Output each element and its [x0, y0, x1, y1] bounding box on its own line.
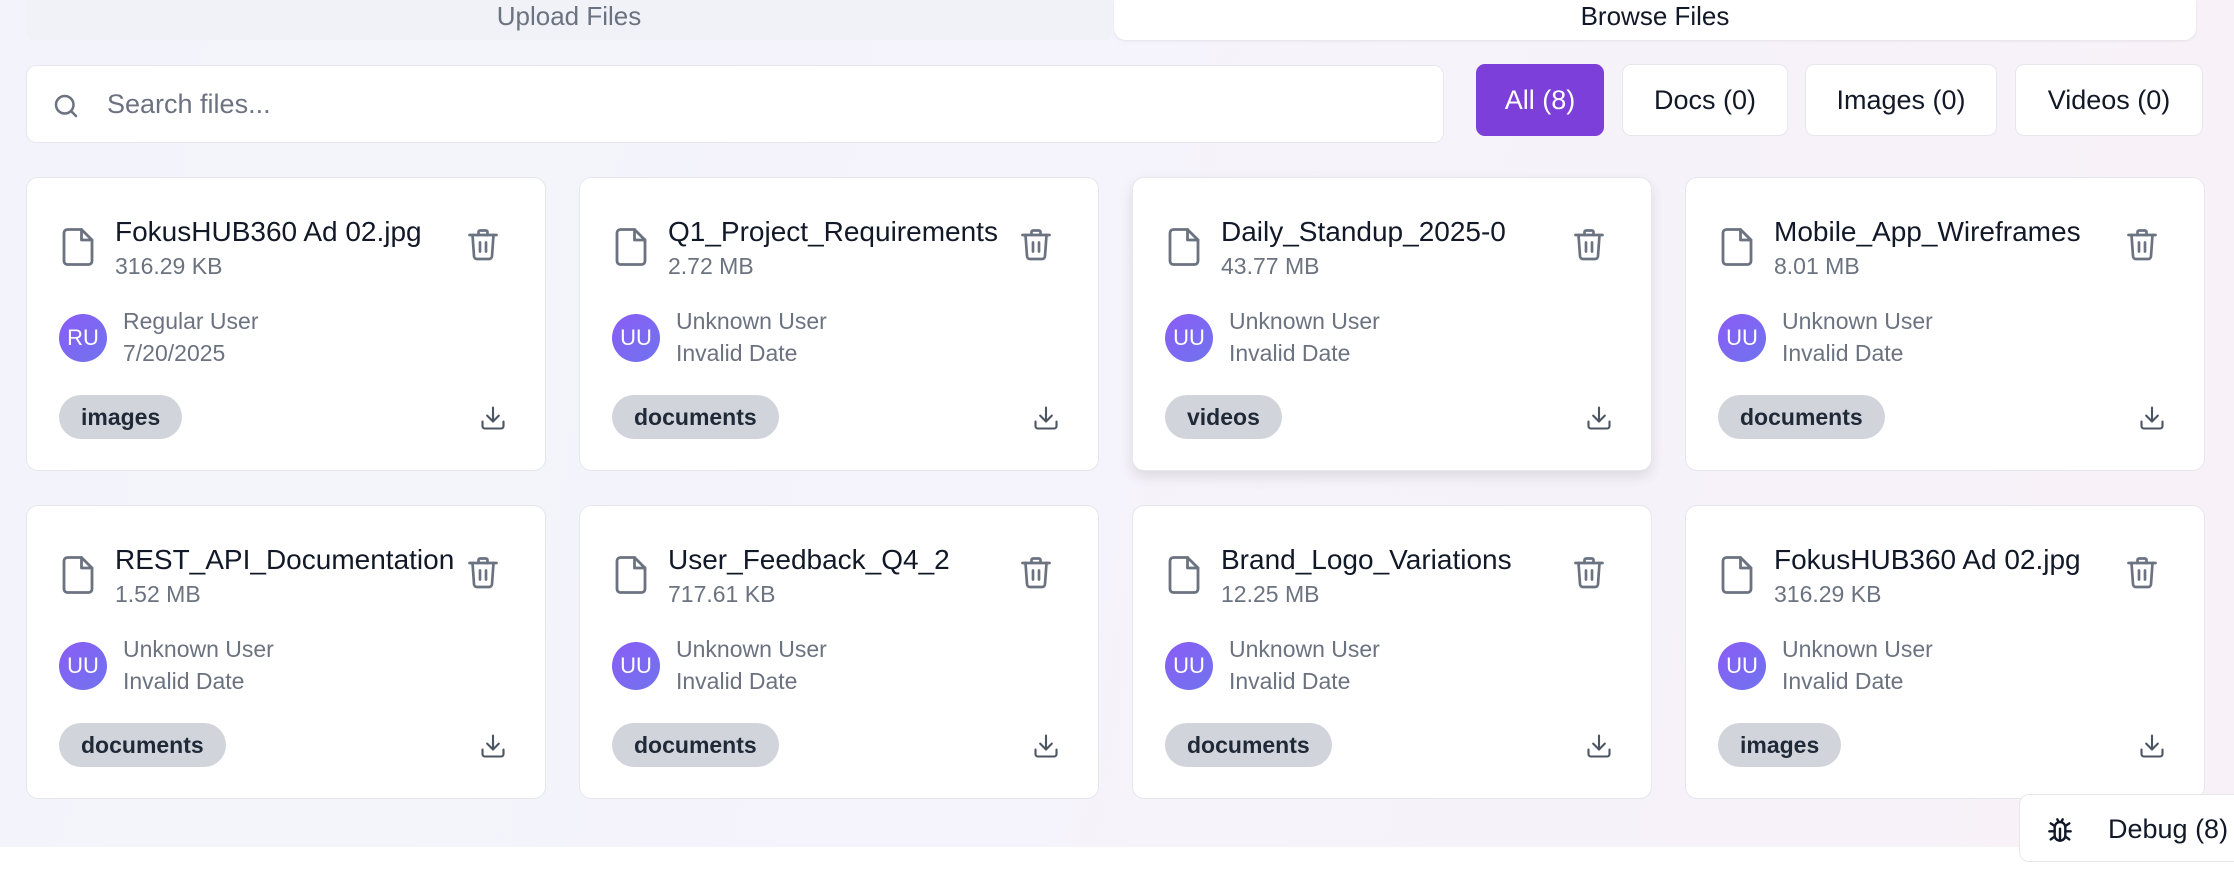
- filter-docs-label: Docs (0): [1653, 84, 1756, 115]
- category-badge: documents: [59, 723, 226, 767]
- avatar: UU: [612, 642, 660, 690]
- filter-images-label: Images (0): [1836, 84, 1966, 115]
- download-icon[interactable]: [2138, 404, 2166, 432]
- uploader-name: Unknown User: [676, 636, 827, 662]
- file-name: REST_API_Documentation: [115, 544, 455, 575]
- uploader-name: Unknown User: [1229, 636, 1380, 662]
- avatar: RU: [59, 314, 107, 362]
- file-card[interactable]: REST_API_Documentation 1.52 MB UU Unknow…: [26, 505, 546, 799]
- file-size: 2.72 MB: [668, 253, 754, 279]
- file-card[interactable]: FokusHUB360 Ad 02.jpg 316.29 KB UU Unkno…: [1685, 505, 2205, 799]
- file-size: 1.52 MB: [115, 581, 201, 607]
- file-card[interactable]: Daily_Standup_2025-0 43.77 MB UU Unknown…: [1132, 177, 1652, 471]
- upload-date: Invalid Date: [1229, 668, 1351, 694]
- avatar: UU: [59, 642, 107, 690]
- category-badge: documents: [612, 723, 779, 767]
- download-icon[interactable]: [1032, 732, 1060, 760]
- avatar: UU: [1718, 642, 1766, 690]
- download-icon[interactable]: [479, 404, 507, 432]
- avatar: UU: [1165, 314, 1213, 362]
- filter-videos-button[interactable]: Videos (0): [2015, 64, 2203, 136]
- filter-images-button[interactable]: Images (0): [1805, 64, 1997, 136]
- file-icon: [615, 228, 647, 266]
- file-card[interactable]: Q1_Project_Requirements 2.72 MB UU Unkno…: [579, 177, 1099, 471]
- trash-icon[interactable]: [465, 552, 501, 592]
- file-size: 8.01 MB: [1774, 253, 1860, 279]
- debug-label: Debug (8): [2108, 814, 2229, 844]
- search-input[interactable]: [107, 66, 1427, 142]
- trash-icon[interactable]: [2124, 224, 2160, 264]
- file-icon: [62, 228, 94, 266]
- trash-icon[interactable]: [1571, 224, 1607, 264]
- file-icon: [1168, 228, 1200, 266]
- uploader-name: Unknown User: [123, 636, 274, 662]
- file-icon: [1721, 556, 1753, 594]
- download-icon[interactable]: [2138, 732, 2166, 760]
- search-box: [26, 65, 1444, 143]
- category-badge: documents: [1718, 395, 1885, 439]
- avatar: UU: [1718, 314, 1766, 362]
- file-name: User_Feedback_Q4_2: [668, 544, 950, 575]
- upload-date: Invalid Date: [123, 668, 245, 694]
- tab-browse-files[interactable]: Browse Files: [1114, 0, 2196, 40]
- tab-browse-label: Browse Files: [1580, 1, 1730, 31]
- trash-icon[interactable]: [465, 224, 501, 264]
- file-size: 43.77 MB: [1221, 253, 1320, 279]
- upload-date: Invalid Date: [1782, 668, 1904, 694]
- trash-icon[interactable]: [1571, 552, 1607, 592]
- download-icon[interactable]: [1585, 404, 1613, 432]
- uploader-name: Regular User: [123, 308, 259, 334]
- tab-upload-label: Upload Files: [496, 1, 642, 31]
- category-badge: documents: [1165, 723, 1332, 767]
- file-card[interactable]: User_Feedback_Q4_2 717.61 KB UU Unknown …: [579, 505, 1099, 799]
- upload-date: Invalid Date: [1782, 340, 1904, 366]
- debug-button[interactable]: Debug (8): [2019, 794, 2234, 862]
- search-icon: [54, 94, 78, 118]
- filter-videos-label: Videos (0): [2047, 84, 2171, 115]
- file-name: Mobile_App_Wireframes: [1774, 216, 2081, 247]
- bug-icon: [2048, 818, 2072, 842]
- trash-icon[interactable]: [1018, 224, 1054, 264]
- trash-icon[interactable]: [1018, 552, 1054, 592]
- file-name: FokusHUB360 Ad 02.jpg: [1774, 544, 2081, 575]
- file-card[interactable]: FokusHUB360 Ad 02.jpg 316.29 KB RU Regul…: [26, 177, 546, 471]
- file-icon: [1721, 228, 1753, 266]
- upload-date: Invalid Date: [1229, 340, 1351, 366]
- filter-docs-button[interactable]: Docs (0): [1622, 64, 1788, 136]
- file-name: FokusHUB360 Ad 02.jpg: [115, 216, 422, 247]
- uploader-name: Unknown User: [1229, 308, 1380, 334]
- uploader-name: Unknown User: [1782, 308, 1933, 334]
- upload-date: 7/20/2025: [123, 340, 226, 366]
- file-size: 12.25 MB: [1221, 581, 1320, 607]
- uploader-name: Unknown User: [1782, 636, 1933, 662]
- file-size: 717.61 KB: [668, 581, 776, 607]
- file-icon: [615, 556, 647, 594]
- file-card[interactable]: Mobile_App_Wireframes 8.01 MB UU Unknown…: [1685, 177, 2205, 471]
- tab-bar: Upload Files Browse Files: [26, 0, 2202, 48]
- category-badge: images: [1718, 723, 1842, 767]
- uploader-name: Unknown User: [676, 308, 827, 334]
- avatar: UU: [612, 314, 660, 362]
- download-icon[interactable]: [1032, 404, 1060, 432]
- file-card[interactable]: Brand_Logo_Variations 12.25 MB UU Unknow…: [1132, 505, 1652, 799]
- trash-icon[interactable]: [2124, 552, 2160, 592]
- download-icon[interactable]: [479, 732, 507, 760]
- filter-all-label: All (8): [1504, 84, 1576, 115]
- avatar: UU: [1165, 642, 1213, 690]
- category-badge: documents: [612, 395, 779, 439]
- file-size: 316.29 KB: [1774, 581, 1882, 607]
- file-icon: [62, 556, 94, 594]
- file-icon: [1168, 556, 1200, 594]
- category-badge: videos: [1165, 395, 1282, 439]
- file-size: 316.29 KB: [115, 253, 223, 279]
- file-name: Daily_Standup_2025-0: [1221, 216, 1506, 247]
- category-badge: images: [59, 395, 183, 439]
- file-name: Q1_Project_Requirements: [668, 216, 998, 247]
- tab-upload-files[interactable]: Upload Files: [26, 0, 1112, 40]
- filter-all-button[interactable]: All (8): [1476, 64, 1604, 136]
- upload-date: Invalid Date: [676, 340, 798, 366]
- upload-date: Invalid Date: [676, 668, 798, 694]
- download-icon[interactable]: [1585, 732, 1613, 760]
- file-name: Brand_Logo_Variations: [1221, 544, 1512, 575]
